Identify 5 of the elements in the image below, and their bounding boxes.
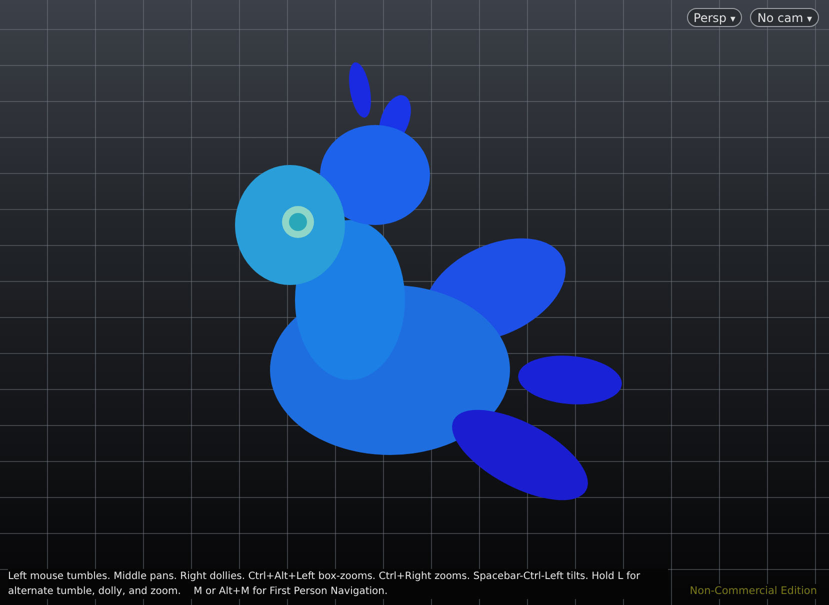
view-menu-button[interactable]: No cam ▾	[750, 8, 819, 27]
view-menu-button[interactable]: Persp ▾	[686, 8, 742, 27]
viewport[interactable]	[0, 0, 829, 605]
navigation-help-text: Left mouse tumbles. Middle pans. Right dollies. Ctrl+Alt+Left box-zooms. Ctrl+Right zooms. Spacebar-Ctrl-Left tilts. Hold L for alternate tumble, dolly, and zoom. M or Alt+M for First Person Navigation.	[8, 569, 668, 599]
edition-label: Non-Commercial Edition	[688, 584, 819, 599]
